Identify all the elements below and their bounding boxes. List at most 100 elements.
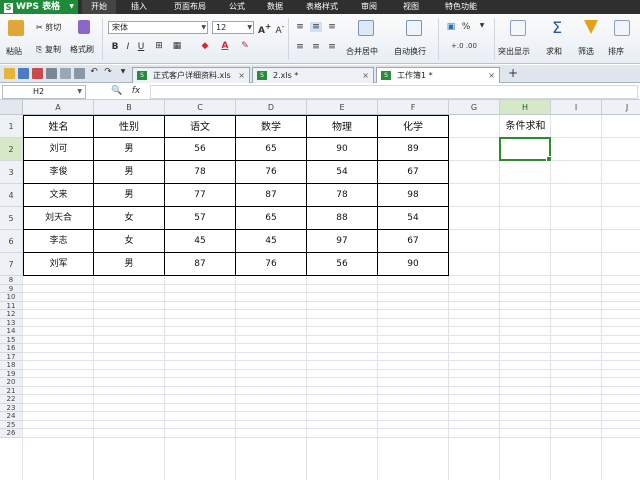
row-header-3[interactable]: 3 (0, 161, 23, 184)
menu-tab-view[interactable]: 视图 (394, 0, 428, 14)
clear-format-icon[interactable]: ✎ (238, 41, 252, 51)
table-header-cell[interactable]: 语文 (165, 115, 236, 138)
shrink-font-icon[interactable]: A- (274, 22, 286, 36)
row-header-8[interactable]: 8 (0, 276, 23, 285)
align-top-icon[interactable]: ≡ (294, 22, 306, 32)
menu-tab-review[interactable]: 审阅 (352, 0, 386, 14)
bold-button[interactable]: B (110, 42, 120, 52)
table-cell[interactable]: 87 (236, 184, 307, 207)
menu-tab-formulas[interactable]: 公式 (220, 0, 254, 14)
menu-tab-page-layout[interactable]: 页面布局 (166, 0, 214, 14)
row-header-12[interactable]: 12 (0, 310, 23, 319)
active-cell-selection[interactable] (499, 137, 552, 162)
table-cell[interactable]: 李俊 (23, 161, 94, 184)
table-cell[interactable]: 65 (236, 207, 307, 230)
merge-center-button[interactable]: 合并居中 (346, 20, 386, 60)
row-header-15[interactable]: 15 (0, 335, 23, 344)
borders-icon[interactable]: ⊞ (152, 41, 166, 51)
table-cell[interactable]: 89 (378, 138, 449, 161)
copy-button[interactable]: ⎘ 复制 (36, 44, 61, 55)
pdf-export-icon[interactable] (32, 68, 43, 79)
row-header-2[interactable]: 2 (0, 138, 23, 161)
table-cell[interactable]: 97 (307, 230, 378, 253)
table-header-cell[interactable]: 数学 (236, 115, 307, 138)
wrap-text-button[interactable]: 自动换行 (394, 20, 434, 60)
row-header-11[interactable]: 11 (0, 301, 23, 310)
table-header-cell[interactable]: 性别 (94, 115, 165, 138)
fx-icon[interactable]: fx (128, 86, 144, 96)
save-icon[interactable] (18, 68, 29, 79)
table-header-cell[interactable]: 化学 (378, 115, 449, 138)
borders-dropdown-icon[interactable]: ▦ (170, 41, 184, 51)
table-cell[interactable]: 87 (165, 253, 236, 276)
app-menu-button[interactable]: S WPS 表格 ▼ (0, 0, 78, 14)
table-cell[interactable]: 76 (236, 253, 307, 276)
row-header-7[interactable]: 7 (0, 253, 23, 276)
align-middle-icon[interactable]: ≡ (310, 22, 322, 32)
table-header-cell[interactable]: 姓名 (23, 115, 94, 138)
table-cell[interactable]: 65 (236, 138, 307, 161)
table-cell[interactable]: 88 (307, 207, 378, 230)
fill-handle[interactable] (546, 156, 552, 162)
close-icon[interactable]: × (238, 68, 245, 83)
align-center-icon[interactable]: ≡ (310, 42, 322, 52)
grow-font-icon[interactable]: A+ (258, 22, 271, 36)
column-header-g[interactable]: G (449, 100, 500, 115)
table-cell[interactable]: 90 (307, 138, 378, 161)
cut-button[interactable]: ✂ 剪切 (36, 22, 61, 33)
table-cell[interactable]: 78 (165, 161, 236, 184)
row-header-1[interactable]: 1 (0, 115, 23, 138)
customize-toolbar-icon[interactable]: ▼ (118, 68, 128, 75)
column-header-e[interactable]: E (307, 100, 378, 115)
table-cell[interactable]: 女 (94, 230, 165, 253)
format-painter-icon[interactable] (72, 20, 96, 40)
table-cell[interactable]: 67 (378, 230, 449, 253)
row-header-26[interactable]: 26 (0, 429, 23, 438)
table-cell[interactable]: 78 (307, 184, 378, 207)
name-box[interactable]: H2 ▼ (2, 85, 86, 99)
format-painter-button[interactable]: 格式刷 (70, 44, 94, 55)
highlight-display-button[interactable]: 突出显示 (498, 20, 540, 60)
table-cell[interactable]: 56 (307, 253, 378, 276)
table-cell[interactable]: 男 (94, 161, 165, 184)
menu-tab-home[interactable]: 开始 (82, 0, 116, 14)
menu-tab-table-style[interactable]: 表格样式 (298, 0, 346, 14)
menu-tab-special[interactable]: 特色功能 (436, 0, 486, 14)
table-cell[interactable]: 67 (378, 161, 449, 184)
row-header-5[interactable]: 5 (0, 207, 23, 230)
fill-color-icon[interactable]: ◆ (198, 41, 212, 51)
redo-icon[interactable]: ↷ (102, 67, 114, 77)
column-header-d[interactable]: D (236, 100, 307, 115)
table-cell[interactable]: 76 (236, 161, 307, 184)
open-folder-icon[interactable] (4, 68, 15, 79)
column-header-c[interactable]: C (165, 100, 236, 115)
table-cell[interactable]: 李志 (23, 230, 94, 253)
row-header-10[interactable]: 10 (0, 293, 23, 302)
table-cell[interactable]: 90 (378, 253, 449, 276)
menu-tab-insert[interactable]: 插入 (122, 0, 156, 14)
row-header-25[interactable]: 25 (0, 420, 23, 429)
row-header-21[interactable]: 21 (0, 386, 23, 395)
row-header-20[interactable]: 20 (0, 378, 23, 387)
column-header-j[interactable]: J (602, 100, 640, 115)
align-left-icon[interactable]: ≡ (294, 42, 306, 52)
table-cell[interactable]: 女 (94, 207, 165, 230)
table-cell[interactable]: 刘天合 (23, 207, 94, 230)
align-bottom-icon[interactable]: ≡ (326, 22, 338, 32)
sort-button[interactable]: 排序 (608, 20, 638, 60)
table-cell[interactable]: 男 (94, 184, 165, 207)
row-header-19[interactable]: 19 (0, 369, 23, 378)
new-tab-icon[interactable]: + (506, 66, 520, 80)
select-all-corner[interactable] (0, 100, 23, 115)
close-icon[interactable]: × (362, 68, 369, 83)
close-icon[interactable]: × (488, 68, 495, 83)
table-cell[interactable]: 45 (165, 230, 236, 253)
row-header-9[interactable]: 9 (0, 284, 23, 293)
italic-button[interactable]: I (123, 42, 133, 52)
table-cell[interactable]: 男 (94, 253, 165, 276)
condition-sum-label[interactable]: 条件求和 (500, 115, 551, 138)
row-header-22[interactable]: 22 (0, 395, 23, 404)
table-cell[interactable]: 45 (236, 230, 307, 253)
font-color-icon[interactable]: A (218, 41, 232, 51)
print-icon[interactable] (46, 68, 57, 79)
